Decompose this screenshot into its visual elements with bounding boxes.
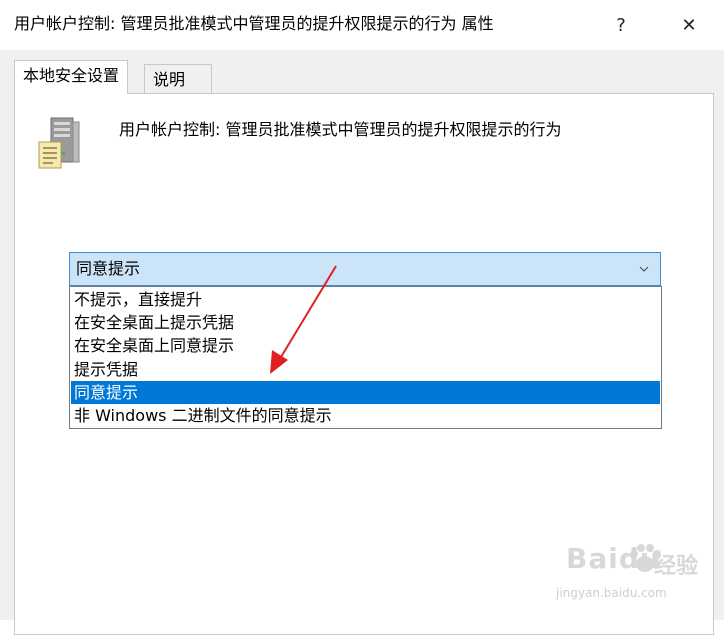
chevron-down-icon xyxy=(639,266,649,272)
watermark-url: jingyan.baidu.com xyxy=(556,586,667,600)
title-bar: 用户帐户控制: 管理员批准模式中管理员的提升权限提示的行为 属性 ? ✕ xyxy=(0,0,724,50)
help-button[interactable]: ? xyxy=(604,8,638,42)
server-policy-icon xyxy=(38,117,80,169)
dialog-body: 本地安全设置 说明 用户帐户控制: 管理员批准模式中管理员的提升权限提示的行为 … xyxy=(0,50,724,635)
watermark-brand-cn: 经验 xyxy=(654,554,699,579)
option-prompt-credentials[interactable]: 提示凭据 xyxy=(71,358,660,381)
option-consent-non-windows-binaries[interactable]: 非 Windows 二进制文件的同意提示 xyxy=(71,404,660,427)
option-no-prompt[interactable]: 不提示，直接提升 xyxy=(71,288,660,311)
window-title: 用户帐户控制: 管理员批准模式中管理员的提升权限提示的行为 属性 xyxy=(14,14,494,33)
combo-selected-value: 同意提示 xyxy=(76,259,141,278)
option-secure-desktop-consent[interactable]: 在安全桌面上同意提示 xyxy=(71,334,660,357)
tab-explain[interactable]: 说明 xyxy=(144,64,212,94)
baidu-watermark: Baidu 经验 jingyan.baidu.com xyxy=(546,540,716,610)
option-prompt-consent[interactable]: 同意提示 xyxy=(71,381,660,404)
policy-title: 用户帐户控制: 管理员批准模式中管理员的提升权限提示的行为 xyxy=(119,120,562,139)
close-button[interactable]: ✕ xyxy=(672,8,706,42)
option-secure-desktop-credentials[interactable]: 在安全桌面上提示凭据 xyxy=(71,311,660,334)
dropdown-list: 不提示，直接提升 在安全桌面上提示凭据 在安全桌面上同意提示 提示凭据 同意提示… xyxy=(69,286,662,429)
tab-local-security-setting[interactable]: 本地安全设置 xyxy=(14,60,129,94)
behavior-combobox[interactable]: 同意提示 xyxy=(69,252,661,286)
